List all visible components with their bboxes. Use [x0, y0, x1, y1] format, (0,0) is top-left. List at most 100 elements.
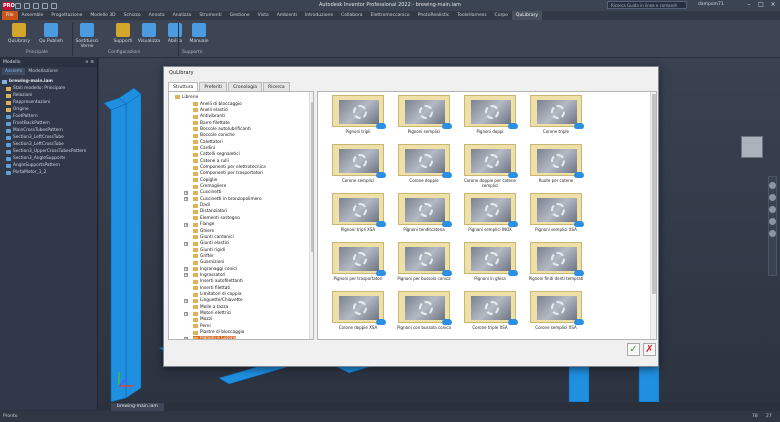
library-item-corone-triple-xsa[interactable]: Corone triple XSA [458, 291, 522, 330]
tree-root-librerie[interactable]: Librerie [175, 94, 198, 100]
expand-icon[interactable]: + [184, 336, 188, 339]
tree-item-barre-filettate[interactable]: Barre filettate [193, 120, 230, 126]
tree-item-cuscinetti[interactable]: Cuscinetti [193, 190, 221, 196]
tree-item-giunti-cardanici[interactable]: Giunti cardanici [193, 234, 234, 240]
tree-item-perni[interactable]: Perni [193, 323, 211, 329]
tree-item-inserti-filettati[interactable]: Inserti filettati [193, 285, 230, 291]
menu-tab-analizza[interactable]: Analizza [169, 11, 196, 20]
menu-tab-assemble[interactable]: Assemble [18, 11, 48, 20]
app-logo[interactable]: PRO [3, 1, 15, 10]
expand-icon[interactable]: + [184, 190, 188, 195]
doc-tab-brewing-main[interactable]: brewing-main.iam [111, 403, 164, 411]
browser-item-origine[interactable]: Origine [2, 106, 95, 113]
ribbon-button-manuale[interactable]: Manuale [184, 23, 214, 44]
browser-item-anglesupportspattern[interactable]: AngleSupportsPattern [2, 162, 95, 169]
menu-tab-corpo[interactable]: Corpo [491, 11, 512, 20]
browser-item-brewing-main-iam[interactable]: brewing-main.iam [2, 78, 95, 85]
menu-tab-vista[interactable]: Vista [254, 11, 273, 20]
browser-item-section3-leftcrosstube[interactable]: Section3_LeftCrossTube [2, 134, 95, 141]
look-at-icon[interactable] [769, 230, 776, 237]
browser-item-footpattern[interactable]: FootPattern [2, 113, 95, 120]
tree-item-inserti-autofilettanti[interactable]: Inserti autofilettanti [193, 279, 243, 285]
library-item-pignoni-per-bussola-conica[interactable]: Pignoni per bussola conica [392, 242, 456, 281]
menu-tab-gestione[interactable]: Gestione [226, 11, 254, 20]
menu-tab-photorealistic[interactable]: PhotoRealistic [414, 11, 454, 20]
library-item-corone-triple[interactable]: Corone triple [524, 95, 588, 134]
tree-item-componenti-per-trasportatori[interactable]: Componenti per trasportatori [193, 171, 263, 177]
maximize-icon[interactable]: □ [756, 1, 766, 9]
grid-scrollbar[interactable] [650, 92, 656, 339]
viewcube[interactable] [741, 136, 763, 158]
tree-item-ghiere[interactable]: Ghiere [193, 228, 214, 234]
minimize-icon[interactable]: – [744, 1, 754, 9]
ribbon-button-sostituisci-vorne[interactable]: Sostituisci Vorne [72, 23, 102, 49]
tree-item-giunti-rigidi[interactable]: Giunti rigidi [193, 247, 225, 253]
tree-item-catene-a-rulli[interactable]: Catene a rulli [193, 158, 229, 164]
tree-item-flange[interactable]: Flange [193, 222, 214, 228]
library-item-ruote-per-catene[interactable]: Ruote per catene [524, 144, 588, 183]
library-item-pignoni-semplici-xsa[interactable]: Pignoni semplici XSA [524, 193, 588, 232]
library-item-pignoni-tenditcatena[interactable]: Pignoni tenditcatena [392, 193, 456, 232]
tree-item-piastre-di-bloccaggio[interactable]: Piastre di bloccaggio [193, 330, 244, 336]
menu-tab-schizzo[interactable]: Schizzo [120, 11, 145, 20]
ribbon-button-qu-publish[interactable]: Qu Publish [36, 23, 66, 44]
tree-item-boccole-coniche[interactable]: Boccole coniche [193, 133, 235, 139]
library-item-pignoni-tripli-xsa[interactable]: Pignoni tripli XSA [326, 193, 390, 232]
menu-tab-qulibrary[interactable]: QuLibrary [511, 11, 543, 20]
browser-close-icon[interactable]: × ≡ [85, 60, 94, 65]
dialog-tab-preferiti[interactable]: Preferiti [199, 82, 227, 91]
expand-icon[interactable]: + [184, 222, 188, 227]
help-search-input[interactable]: Ricerca Guida in linea e comandi [607, 1, 687, 9]
user-account[interactable]: dampom71 [698, 2, 724, 7]
dialog-tab-struttura[interactable]: Struttura [168, 82, 199, 91]
tree-item-grifter[interactable]: Grifter [193, 253, 214, 259]
browser-item-rappresentazioni[interactable]: Rappresentazioni [2, 99, 95, 106]
tree-item-distanziatori[interactable]: Distanziatori [193, 209, 227, 215]
library-item-corone-semplici-xsa[interactable]: Corone semplici XSA [524, 291, 588, 330]
expand-icon[interactable]: + [184, 273, 188, 278]
open-file-icon[interactable] [24, 2, 30, 9]
orbit-icon[interactable] [769, 218, 776, 225]
menu-tab-strumenti[interactable]: Strumenti [195, 11, 225, 20]
library-item-corone-semplici[interactable]: Corone semplici [326, 144, 390, 183]
tree-item-ingranaggi-conici[interactable]: Ingranaggi conici [193, 266, 237, 272]
menu-tab-file[interactable]: File [2, 11, 18, 20]
browser-item-section3-leftcrosstube[interactable]: Section3_LeftCrossTube [2, 141, 95, 148]
library-item-pignoni-finiti-denti-temprati[interactable]: Pignoni finiti denti temprati [524, 242, 588, 281]
cancel-button[interactable]: ✗ [643, 343, 656, 356]
browser-tab-modellazione[interactable]: Modellazione [25, 68, 61, 75]
ribbon-button-qulibrary[interactable]: QuLibrary [4, 23, 34, 44]
dialog-tab-cronologia[interactable]: Cronologia [227, 82, 263, 91]
tree-item-antivibranti[interactable]: Antivibranti [193, 114, 225, 120]
browser-item-stati-modello-principale[interactable]: Stati modello: Principale [2, 85, 95, 92]
tree-item-cuscinetti-in-bronzopolimero[interactable]: Cuscinetti in bronzopolimero [193, 196, 262, 202]
tree-item-anelli-elastici[interactable]: Anelli elastici [193, 107, 228, 113]
browser-item-relazioni[interactable]: Relazioni [2, 92, 95, 99]
library-item-corone-doppie[interactable]: Corone doppie [392, 144, 456, 183]
tree-scroll-thumb[interactable] [311, 102, 313, 252]
browser-item-frontbackpattern[interactable]: FrontBackPattern [2, 120, 95, 127]
tree-item-cremagliere[interactable]: Cremagliere [193, 184, 226, 190]
full-nav-wheel-icon[interactable] [769, 182, 776, 189]
library-item-pignoni-in-ghisa[interactable]: Pignoni in ghisa [458, 242, 522, 281]
tree-item-guarnizioni[interactable]: Guarnizioni [193, 260, 224, 266]
tree-item-cardini[interactable]: Cardini [193, 145, 215, 151]
redo-icon[interactable] [51, 2, 57, 9]
menu-tab-progettazione[interactable]: Progettazione [47, 11, 86, 20]
menu-tab-modello-3d[interactable]: Modello 3D [86, 11, 119, 20]
grid-scroll-thumb[interactable] [652, 94, 656, 294]
tree-scrollbar[interactable] [309, 92, 313, 339]
tree-item-giunti-elastici[interactable]: Giunti elastici [193, 241, 229, 247]
tree-item-elementi-sostegno[interactable]: Elementi sostegno [193, 215, 240, 221]
menu-tab-annota[interactable]: Annota [145, 11, 169, 20]
tree-item-calettatori[interactable]: Calettatori [193, 139, 223, 145]
pan-icon[interactable] [769, 194, 776, 201]
tree-item-limitatori-di-coppia[interactable]: Limitatori di coppia [193, 292, 242, 298]
zoom-icon[interactable] [769, 206, 776, 213]
dialog-tab-ricerca[interactable]: Ricerca [263, 82, 290, 91]
tree-item-anelli-di-bloccaggio[interactable]: Anelli di bloccaggio [193, 101, 242, 107]
tree-item-cattelli-segnaletici[interactable]: Cattelli segnaletici [193, 152, 240, 158]
library-item-pignoni-per-trasportatori[interactable]: Pignoni per trasportatori [326, 242, 390, 281]
library-item-pignoni-con-bussola-conica[interactable]: Pignoni con bussola conica [392, 291, 456, 330]
library-item-pignoni-semplici[interactable]: Pignoni semplici [392, 95, 456, 134]
